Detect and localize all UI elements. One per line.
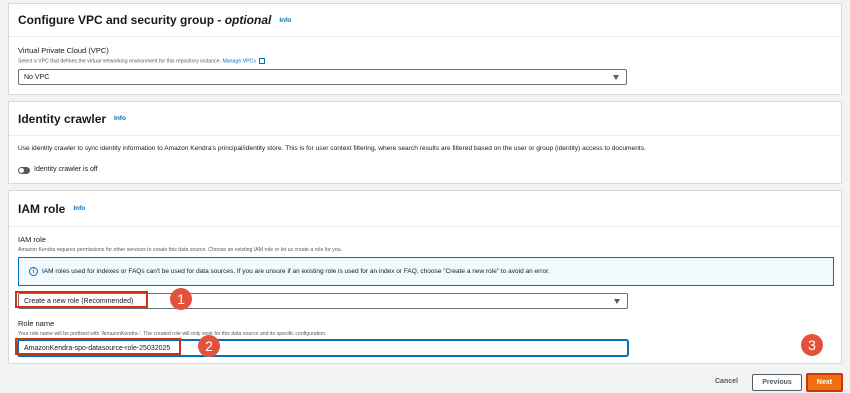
step-marker-1: 1 [170,288,192,310]
identity-info-link[interactable]: Info [114,115,126,122]
highlight-box-role-select [15,291,148,308]
previous-button[interactable]: Previous [752,374,802,391]
step-marker-2: 2 [198,335,220,357]
iam-role-field-description: Amazon Kendra requires permissions for o… [18,247,343,253]
vpc-select[interactable]: No VPC [18,69,627,85]
external-link-icon [259,58,266,64]
vpc-panel: Configure VPC and security group - optio… [8,3,842,95]
cancel-button[interactable]: Cancel [715,378,738,385]
iam-info-link[interactable]: Info [73,205,85,212]
identity-toggle-label: Identity crawler is off [34,166,98,173]
identity-crawler-toggle[interactable] [18,167,30,174]
iam-role-field-label: IAM role [18,235,46,244]
iam-info-alert: i IAM roles used for indexes or FAQs can… [18,257,834,286]
identity-crawler-panel: Identity crawler Info Use identity crawl… [8,101,842,184]
next-button[interactable]: Next [806,373,843,392]
role-name-description: Your role name will be prefixed with 'Am… [18,331,327,337]
role-name-label: Role name [18,319,55,328]
identity-section-title: Identity crawler [18,111,107,126]
manage-vpcs-link[interactable]: Manage VPCs [222,58,255,64]
identity-panel-header: Identity crawler Info [9,102,841,136]
vpc-select-value: No VPC [24,73,50,81]
alert-text: IAM roles used for indexes or FAQs can't… [42,268,550,275]
vpc-panel-header: Configure VPC and security group - optio… [9,4,841,37]
vpc-field-label: Virtual Private Cloud (VPC) [18,46,109,55]
identity-description: Use identity crawler to sync identity in… [18,145,646,152]
caret-down-icon [614,299,620,304]
caret-down-icon [613,75,619,80]
iam-section-title: IAM role [18,201,66,216]
highlight-box-role-name [15,338,181,355]
info-circle-icon: i [29,267,38,276]
step-marker-3: 3 [801,334,823,356]
vpc-field-description: Select a VPC that defines the virtual ne… [18,58,266,64]
vpc-info-link[interactable]: Info [279,17,291,24]
vpc-section-title: Configure VPC and security group - optio… [18,13,272,27]
iam-panel-header: IAM role Info [9,191,841,227]
